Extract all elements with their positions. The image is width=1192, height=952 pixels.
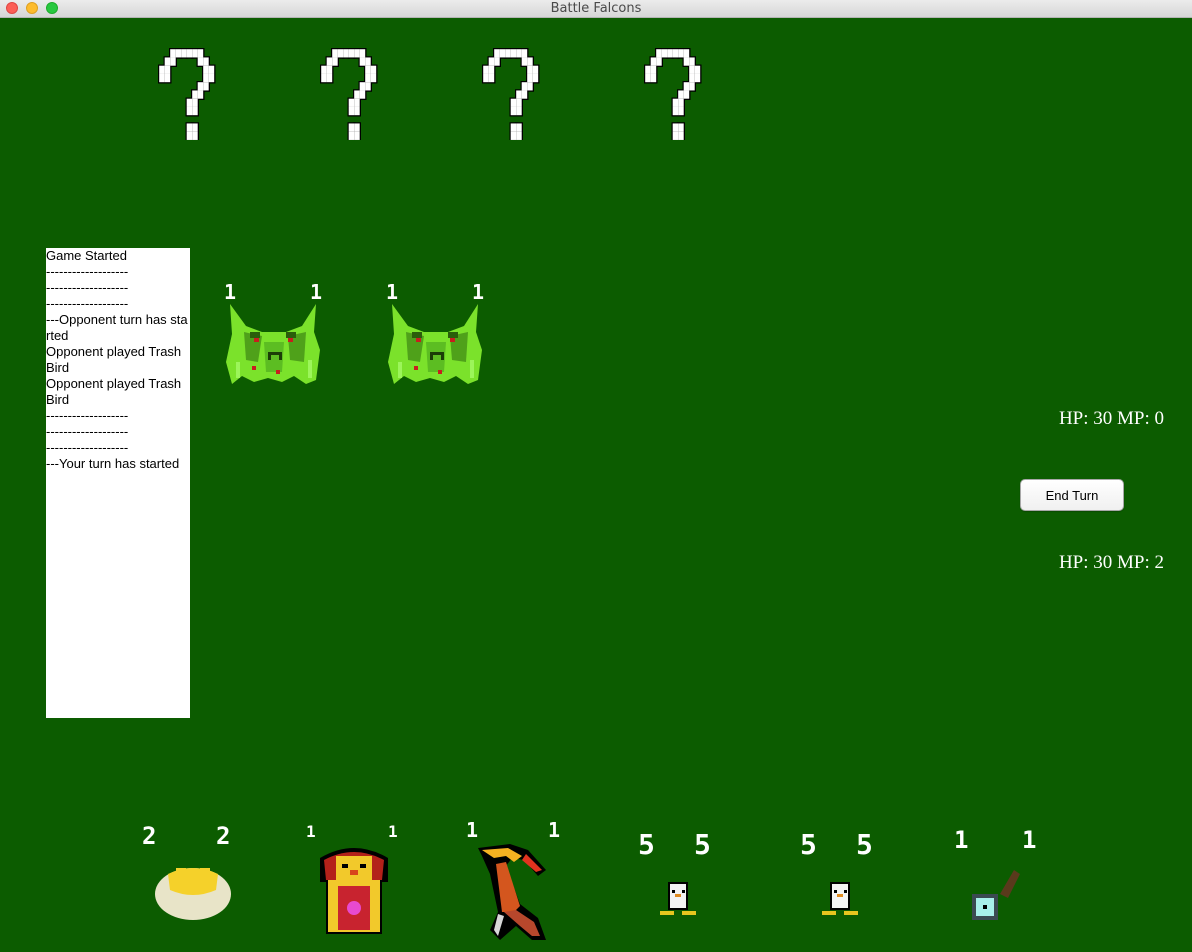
log-line: Game Started (46, 248, 127, 263)
trash-bird-icon (226, 304, 320, 384)
chick-icon (660, 882, 696, 915)
card-power: 1 (548, 818, 561, 842)
log-line: ---Opponent turn has started (46, 312, 188, 343)
card-cost: 5 (638, 828, 655, 861)
queen-bird-icon (320, 848, 388, 934)
log-line: ------------------- (46, 264, 129, 279)
card-cost: 1 (954, 826, 969, 854)
card-cost: 1 (466, 818, 479, 842)
opponent-status: HP: 30 MP: 0 (1058, 408, 1164, 429)
minion-attack: 1 (386, 280, 399, 304)
log-line: ------------------- (46, 280, 129, 295)
log-line: ------------------- (46, 424, 129, 439)
hand-card-3[interactable]: 1 1 (464, 818, 568, 942)
opponent-hidden-card-4 (644, 48, 702, 140)
game-log[interactable]: Game Started ------------------- -------… (46, 248, 190, 718)
opponent-minion-trash-bird-1[interactable]: 1 1 (222, 280, 326, 390)
card-cost: 1 (306, 822, 316, 841)
chick-icon (822, 882, 858, 915)
opponent-minion-trash-bird-2[interactable]: 1 1 (384, 280, 488, 390)
player-status: HP: 30 MP: 2 (1058, 552, 1164, 573)
window-title: Battle Falcons (550, 1, 642, 16)
log-line: ------------------- (46, 440, 129, 455)
opponent-hidden-card-3 (482, 48, 540, 140)
opponent-hidden-card-1 (158, 48, 216, 140)
minion-attack: 1 (224, 280, 237, 304)
hand-card-2[interactable]: 1 1 (304, 822, 408, 938)
log-line: Opponent played Trash Bird (46, 376, 185, 407)
hand-card-6[interactable]: 1 1 (950, 826, 1046, 922)
log-line: ------------------- (46, 408, 129, 423)
card-power: 1 (388, 822, 398, 841)
log-line: Opponent played Trash Bird (46, 344, 185, 375)
card-power: 5 (694, 828, 711, 861)
minion-health: 1 (472, 280, 485, 304)
end-turn-button[interactable]: End Turn (1020, 479, 1124, 511)
window-titlebar: Battle Falcons (0, 0, 1192, 18)
log-line: ------------------- (46, 296, 129, 311)
card-power: 5 (856, 828, 873, 861)
minion-health: 1 (310, 280, 323, 304)
egg-icon (155, 868, 231, 920)
hand-card-1[interactable]: 2 2 (140, 822, 244, 922)
card-cost: 2 (142, 822, 157, 850)
opponent-hidden-card-2 (320, 48, 378, 140)
card-cost: 5 (800, 828, 817, 861)
trash-bird-icon (388, 304, 482, 384)
log-line: ---Your turn has started (46, 456, 180, 471)
talon-claw-icon (478, 844, 546, 940)
card-power: 2 (216, 822, 231, 850)
hand-card-5[interactable]: 5 5 (792, 828, 888, 920)
card-power: 1 (1022, 826, 1037, 854)
hand-card-4[interactable]: 5 5 (630, 828, 726, 920)
fishing-rod-icon (972, 870, 1020, 920)
